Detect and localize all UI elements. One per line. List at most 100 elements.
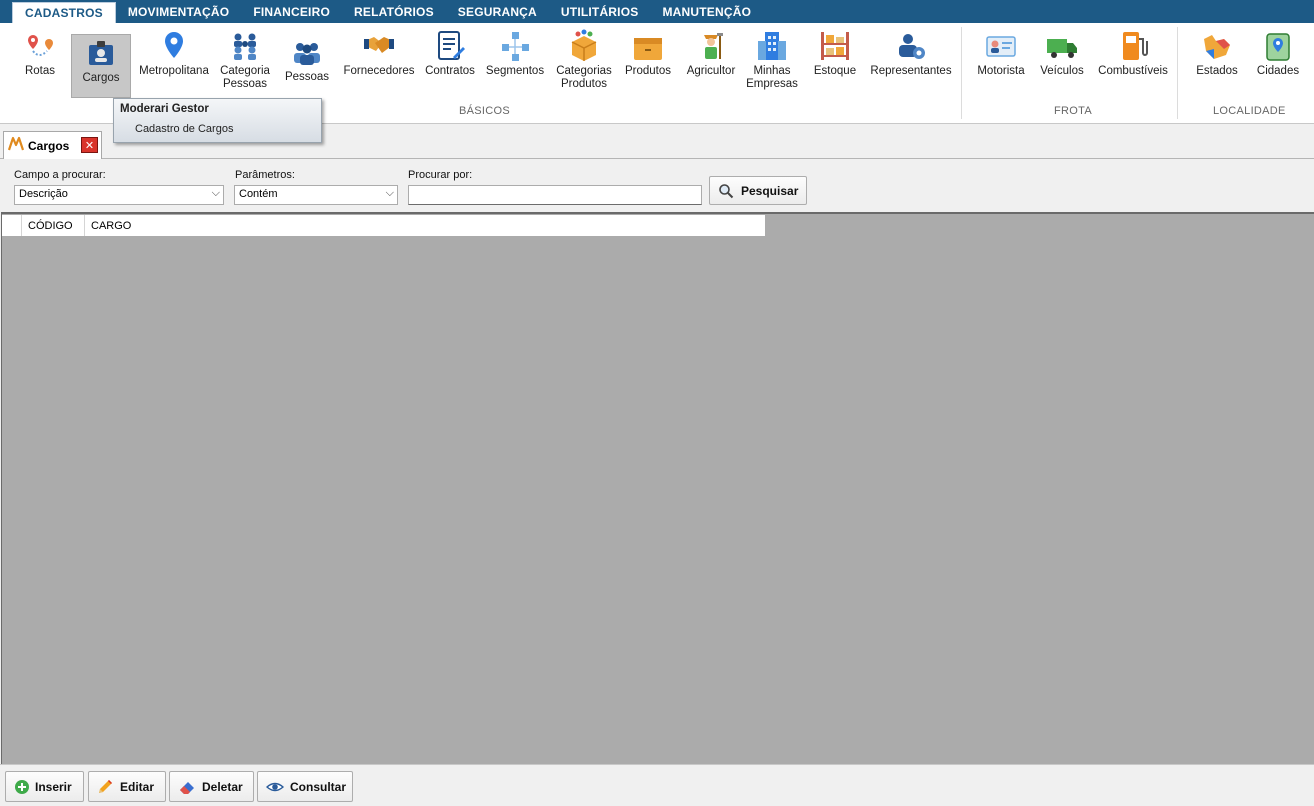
parametros-select[interactable]: Contém ⌵ <box>234 185 398 205</box>
deletar-label: Deletar <box>202 779 243 794</box>
tooltip-title: Moderari Gestor <box>120 103 209 115</box>
tooltip-popup: Moderari Gestor Cadastro de Cargos <box>113 98 322 143</box>
ribbon-button-estados[interactable]: Estados <box>1194 29 1240 78</box>
group-label-frota: FROTA <box>1054 105 1092 117</box>
group-divider <box>961 27 962 119</box>
menu-tab-seguranca[interactable]: SEGURANÇA <box>446 1 549 23</box>
city-map-icon <box>1261 29 1295 63</box>
eraser-icon <box>178 778 196 796</box>
ribbon-button-cargos[interactable]: Cargos <box>71 34 131 98</box>
menu-tab-cadastros[interactable]: CADASTROS <box>12 2 116 23</box>
group-label-basicos: BÁSICOS <box>459 105 511 117</box>
product-box-icon <box>567 29 601 63</box>
fuel-pump-icon <box>1116 29 1150 63</box>
document-tab-label: Cargos <box>28 138 70 153</box>
handshake-icon <box>362 29 396 63</box>
menu-tab-financeiro[interactable]: FINANCEIRO <box>241 1 342 23</box>
ribbon-label: Cidades <box>1256 65 1300 77</box>
contract-document-icon <box>433 29 467 63</box>
ribbon-button-cidades[interactable]: Cidades <box>1255 29 1301 78</box>
document-tab-cargos[interactable]: Cargos ✕ <box>3 131 102 159</box>
menu-tab-utilitarios[interactable]: UTILITÁRIOS <box>549 1 651 23</box>
ribbon-label: Fornecedores <box>343 65 415 77</box>
route-pins-icon <box>23 29 57 63</box>
deletar-button[interactable]: Deletar <box>169 771 254 802</box>
ribbon-button-contratos[interactable]: Contratos <box>423 29 477 78</box>
chevron-down-icon: ⌵ <box>385 187 394 199</box>
ribbon-button-rotas[interactable]: Rotas <box>20 29 60 78</box>
ribbon-label: Produtos <box>624 65 672 77</box>
ribbon-label: Metropolitana <box>139 65 209 77</box>
ribbon-button-agricultor[interactable]: Agricultor <box>684 29 738 78</box>
people-group-icon <box>228 29 262 63</box>
ribbon-label: Veículos <box>1040 65 1084 77</box>
chevron-down-icon: ⌵ <box>211 187 220 199</box>
tooltip-subtitle: Cadastro de Cargos <box>135 123 234 135</box>
group-divider <box>1177 27 1178 119</box>
id-badge-icon <box>84 36 118 70</box>
consultar-label: Consultar <box>290 779 347 794</box>
ribbon-label: Pessoas <box>284 71 330 83</box>
parametros-select-value: Contém <box>239 188 278 200</box>
pesquisar-button[interactable]: Pesquisar <box>709 176 807 205</box>
ribbon-label: Combustíveis <box>1098 65 1168 77</box>
ribbon-label: Categorias <box>556 65 612 77</box>
ribbon-label: Cargos <box>82 72 120 84</box>
search-input[interactable] <box>408 185 702 205</box>
grid-header-row: CÓDIGO CARGO <box>2 215 765 236</box>
state-map-icon <box>1200 29 1234 63</box>
pencil-icon <box>96 778 114 796</box>
grid-header-cargo[interactable]: CARGO <box>85 215 765 236</box>
ribbon-button-motorista[interactable]: Motorista <box>974 29 1028 78</box>
ribbon-button-fornecedores[interactable]: Fornecedores <box>342 29 416 78</box>
pesquisar-label: Pesquisar <box>741 183 799 198</box>
ribbon-button-categorias-produtos[interactable]: Categorias Produtos <box>554 29 614 91</box>
driver-license-icon <box>984 29 1018 63</box>
shelf-icon <box>818 29 852 63</box>
add-circle-icon <box>14 779 30 795</box>
ribbon-button-estoque[interactable]: Estoque <box>811 29 859 78</box>
ribbon-label: Segmentos <box>485 65 545 77</box>
campo-select[interactable]: Descrição ⌵ <box>14 185 224 205</box>
ribbon-label: Rotas <box>24 65 56 77</box>
ribbon-button-produtos[interactable]: Produtos <box>622 29 674 78</box>
ribbon-label: Estoque <box>813 65 857 77</box>
inserir-button[interactable]: Inserir <box>5 771 84 802</box>
ribbon-button-veiculos[interactable]: Veículos <box>1038 29 1086 78</box>
people-icon <box>290 35 324 69</box>
ribbon-label: Agricultor <box>686 65 736 77</box>
menu-tab-relatorios[interactable]: RELATÓRIOS <box>342 1 446 23</box>
network-cubes-icon <box>498 29 532 63</box>
buildings-icon <box>755 29 789 63</box>
app-logo-icon <box>7 136 25 155</box>
ribbon-button-minhas-empresas[interactable]: Minhas Empresas <box>744 29 800 91</box>
search-panel: Campo a procurar: Descrição ⌵ Parâmetros… <box>0 160 1314 211</box>
search-icon <box>718 183 734 199</box>
ribbon-button-segmentos[interactable]: Segmentos <box>485 29 545 78</box>
menu-tab-movimentacao[interactable]: MOVIMENTAÇÃO <box>116 1 242 23</box>
ribbon-button-combustiveis[interactable]: Combustíveis <box>1097 29 1169 78</box>
consultar-button[interactable]: Consultar <box>257 771 353 802</box>
editar-button[interactable]: Editar <box>88 771 166 802</box>
menu-tab-manutencao[interactable]: MANUTENÇÃO <box>650 1 763 23</box>
campo-select-value: Descrição <box>19 188 68 200</box>
eye-icon <box>266 780 284 794</box>
ribbon-button-metropolitana[interactable]: Metropolitana <box>137 29 211 78</box>
results-grid[interactable]: CÓDIGO CARGO <box>1 212 1314 764</box>
ribbon-label: Minhas <box>753 65 791 77</box>
ribbon-button-pessoas[interactable]: Pessoas <box>284 29 330 84</box>
ribbon-label: Representantes <box>870 65 952 77</box>
ribbon-label: Contratos <box>425 65 475 77</box>
parametros-label: Parâmetros: <box>235 169 295 181</box>
grid-header-codigo[interactable]: CÓDIGO <box>22 215 85 236</box>
farmer-icon <box>694 29 728 63</box>
representative-icon <box>894 29 928 63</box>
ribbon-label: Motorista <box>977 65 1025 77</box>
map-pin-icon <box>157 29 191 63</box>
close-tab-button[interactable]: ✕ <box>81 137 98 153</box>
box-icon <box>631 29 665 63</box>
ribbon-button-representantes[interactable]: Representantes <box>869 29 953 78</box>
ribbon-button-categoria-pessoas[interactable]: Categoria Pessoas <box>218 29 272 91</box>
main-menu-bar: CADASTROS MOVIMENTAÇÃO FINANCEIRO RELATÓ… <box>0 0 1314 23</box>
ribbon-label: Pessoas <box>222 78 268 90</box>
